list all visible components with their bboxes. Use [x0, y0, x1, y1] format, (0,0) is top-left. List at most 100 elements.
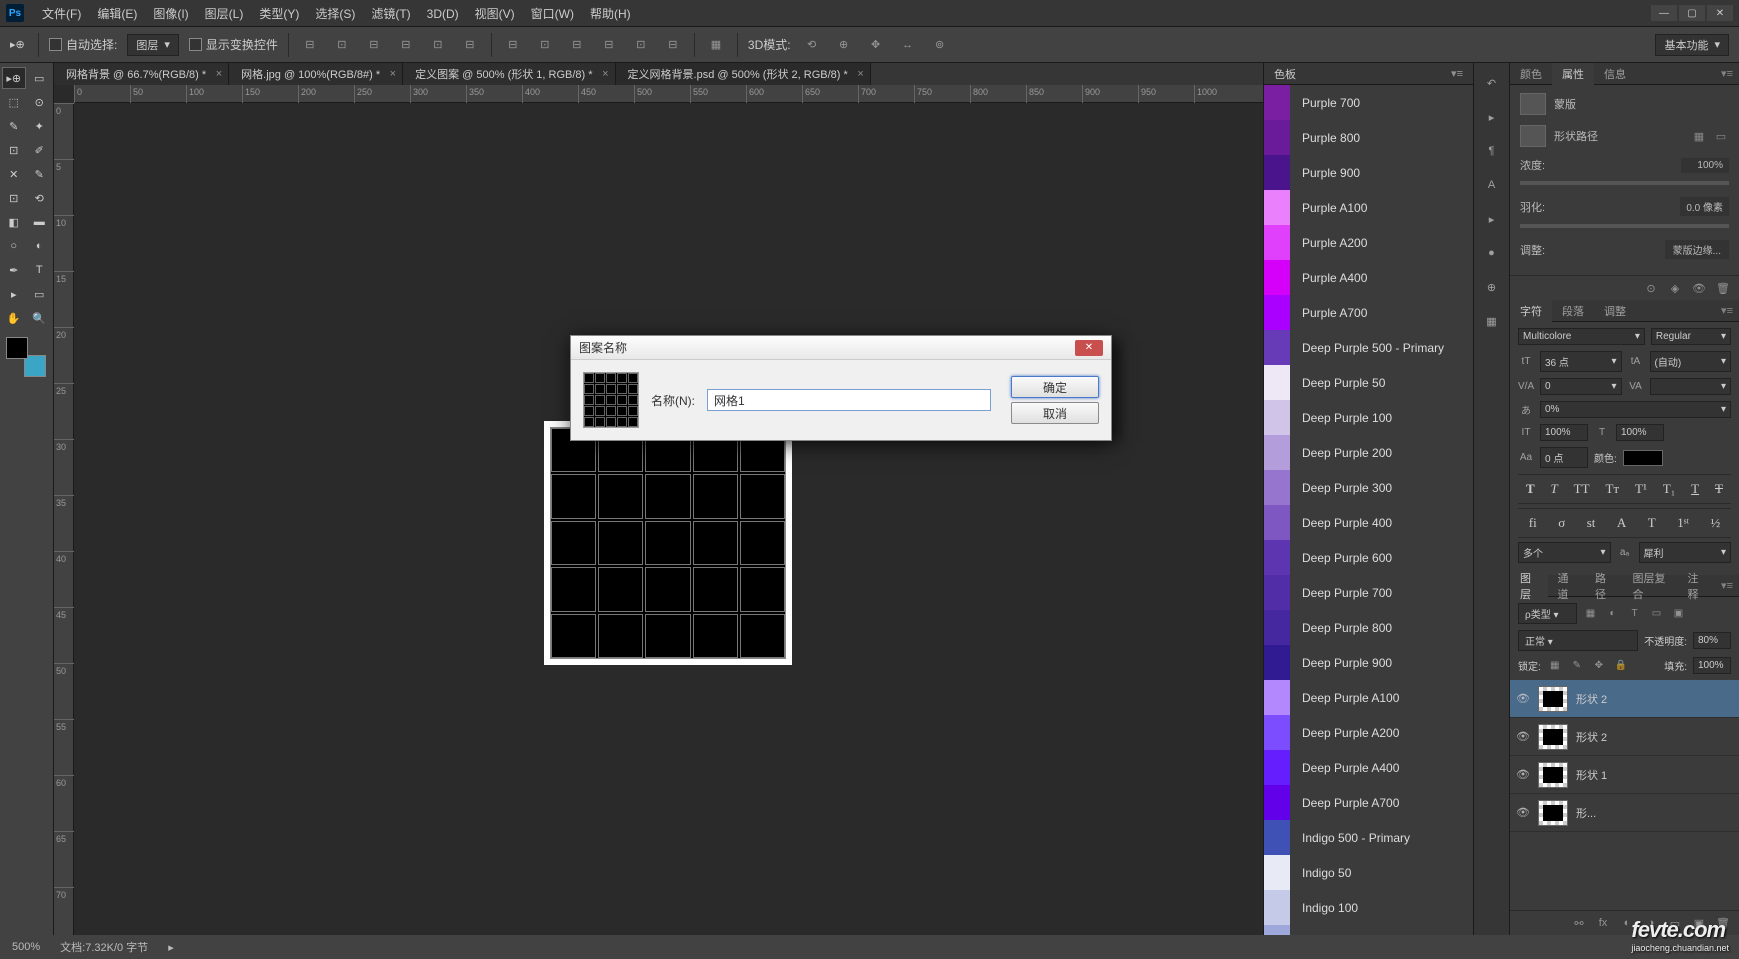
distribute-icon[interactable]: ⊟: [598, 34, 620, 56]
swatch-row[interactable]: Purple A400: [1264, 260, 1473, 295]
vscale-input[interactable]: 100%: [1540, 424, 1588, 441]
marquee-tool[interactable]: ⬚: [2, 91, 26, 113]
filter-type-icon[interactable]: T: [1627, 606, 1643, 622]
swatch-row[interactable]: Deep Purple 700: [1264, 575, 1473, 610]
char-styles-icon[interactable]: A: [1482, 175, 1502, 195]
history-brush-tool[interactable]: ⟲: [28, 187, 52, 209]
tab-close-icon[interactable]: ×: [857, 68, 863, 80]
eraser-tool[interactable]: ◧: [2, 211, 26, 233]
load-selection-icon[interactable]: ⊙: [1643, 280, 1659, 296]
toggle-mask-icon[interactable]: 👁: [1691, 280, 1707, 296]
shape-path-thumb[interactable]: [1520, 125, 1546, 147]
move-tool[interactable]: ▸⊕: [2, 67, 26, 89]
vector-mask-icon[interactable]: ▭: [1713, 128, 1729, 144]
zoom-tool[interactable]: 🔍: [28, 307, 52, 329]
swatch-row[interactable]: Deep Purple 600: [1264, 540, 1473, 575]
swatch-row[interactable]: Deep Purple 200: [1264, 435, 1473, 470]
align-icon[interactable]: ⊟: [299, 34, 321, 56]
menu-item[interactable]: 3D(D): [419, 4, 467, 24]
hand-tool[interactable]: ✋: [2, 307, 26, 329]
strikethrough-button[interactable]: T: [1711, 479, 1727, 499]
swatch-row[interactable]: Deep Purple 50: [1264, 365, 1473, 400]
document-tab[interactable]: 定义图案 @ 500% (形状 1, RGB/8) *×: [403, 63, 615, 85]
tracking-dropdown[interactable]: ▾: [1650, 378, 1732, 395]
distribute-icon[interactable]: ⊡: [630, 34, 652, 56]
maximize-button[interactable]: ▢: [1679, 5, 1705, 21]
swatch-row[interactable]: Purple A200: [1264, 225, 1473, 260]
dialog-titlebar[interactable]: 图案名称 ✕: [571, 336, 1111, 360]
swatch-row[interactable]: Deep Purple 100: [1264, 400, 1473, 435]
lock-transparent-icon[interactable]: ▦: [1547, 658, 1563, 674]
pixel-mask-icon[interactable]: ▦: [1691, 128, 1707, 144]
tab-layer-comps[interactable]: 图层复合: [1623, 575, 1678, 597]
ruler-horizontal[interactable]: 0501001502002503003504004505005506006507…: [74, 85, 1263, 103]
3d-slide-icon[interactable]: ↔: [897, 34, 919, 56]
lock-pixels-icon[interactable]: ✎: [1569, 658, 1585, 674]
menu-item[interactable]: 图像(I): [145, 4, 196, 24]
document-tab[interactable]: 定义网格背景.psd @ 500% (形状 2, RGB/8) *×: [616, 63, 871, 85]
swatches-tab[interactable]: 色板 ▾≡: [1264, 63, 1473, 85]
density-value[interactable]: 100%: [1681, 158, 1729, 173]
eyedropper-tool[interactable]: ✐: [28, 139, 52, 161]
contextual-button[interactable]: σ: [1554, 513, 1569, 533]
pattern-name-input[interactable]: [707, 389, 991, 411]
swatch-row[interactable]: Purple A100: [1264, 190, 1473, 225]
text-color-swatch[interactable]: [1623, 450, 1663, 466]
t-scale-dropdown[interactable]: 0%▾: [1540, 401, 1731, 418]
auto-align-icon[interactable]: ▦: [705, 34, 727, 56]
layer-thumbnail[interactable]: [1538, 724, 1568, 750]
document-tab[interactable]: 网格.jpg @ 100%(RGB/8#) *×: [229, 63, 403, 85]
path-select-tool[interactable]: ▸: [2, 283, 26, 305]
bold-button[interactable]: T: [1522, 479, 1539, 499]
swatch-row[interactable]: Deep Purple 800: [1264, 610, 1473, 645]
ligature-button[interactable]: fi: [1525, 513, 1541, 533]
doc-size[interactable]: 文档:7.32K/0 字节: [60, 939, 148, 955]
menu-item[interactable]: 滤镜(T): [363, 4, 418, 24]
layer-visibility-icon[interactable]: 👁: [1516, 692, 1530, 705]
lasso-tool[interactable]: ⊙: [28, 91, 52, 113]
foreground-color[interactable]: [6, 337, 28, 359]
distribute-icon[interactable]: ⊟: [662, 34, 684, 56]
tab-adjustment[interactable]: 调整: [1594, 300, 1636, 322]
layer-filter-dropdown[interactable]: ρ类型 ▾: [1518, 603, 1577, 624]
stamp-tool[interactable]: ⊡: [2, 187, 26, 209]
healing-tool[interactable]: ✕: [2, 163, 26, 185]
tab-notes[interactable]: 注释: [1678, 575, 1716, 597]
font-style-dropdown[interactable]: Regular▾: [1651, 328, 1731, 345]
superscript-button[interactable]: T¹: [1631, 479, 1651, 499]
tab-properties[interactable]: 属性: [1552, 63, 1594, 85]
align-icon[interactable]: ⊟: [395, 34, 417, 56]
swatch-row[interactable]: Indigo 500 - Primary: [1264, 820, 1473, 855]
tab-close-icon[interactable]: ×: [602, 68, 608, 80]
feather-value[interactable]: 0.0 像素: [1680, 197, 1729, 216]
shape-tool[interactable]: ▭: [28, 283, 52, 305]
italic-button[interactable]: T: [1547, 479, 1562, 499]
minimize-button[interactable]: —: [1651, 5, 1677, 21]
menu-item[interactable]: 帮助(H): [582, 4, 639, 24]
layer-visibility-icon[interactable]: 👁: [1516, 806, 1530, 819]
allcaps-button[interactable]: TT: [1570, 479, 1594, 499]
align-icon[interactable]: ⊡: [331, 34, 353, 56]
workspace-dropdown[interactable]: 基本功能▾: [1655, 34, 1729, 56]
color-swatches[interactable]: [6, 337, 46, 377]
leading-dropdown[interactable]: (自动)▾: [1650, 351, 1732, 372]
font-size-dropdown[interactable]: 36 点▾: [1540, 351, 1622, 372]
tab-info[interactable]: 信息: [1594, 63, 1636, 85]
opacity-input[interactable]: 80%: [1693, 632, 1731, 649]
layer-visibility-icon[interactable]: 👁: [1516, 730, 1530, 743]
antialiasing-dropdown[interactable]: 犀利▾: [1639, 542, 1732, 563]
titling-button[interactable]: T: [1644, 513, 1660, 533]
swatch-row[interactable]: Indigo 100: [1264, 890, 1473, 925]
auto-select-checkbox[interactable]: 自动选择:: [49, 36, 117, 53]
ordinals-button[interactable]: 1ˢᵗ: [1673, 513, 1693, 533]
pen-tool[interactable]: ✒: [2, 259, 26, 281]
cancel-button[interactable]: 取消: [1011, 402, 1099, 424]
tab-close-icon[interactable]: ×: [216, 68, 222, 80]
align-icon[interactable]: ⊟: [459, 34, 481, 56]
subscript-button[interactable]: T₁: [1659, 479, 1679, 499]
align-icon[interactable]: ⊡: [427, 34, 449, 56]
menu-item[interactable]: 视图(V): [467, 4, 523, 24]
status-arrow-icon[interactable]: ▸: [168, 941, 174, 954]
tab-color[interactable]: 颜色: [1510, 63, 1552, 85]
move-tool-icon[interactable]: ▸⊕: [10, 36, 28, 54]
